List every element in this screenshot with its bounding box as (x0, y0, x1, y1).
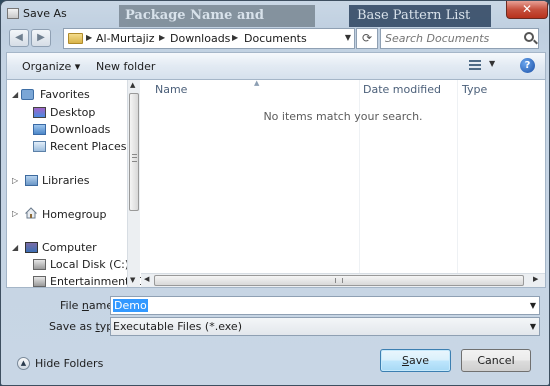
title-bar: Save As Package Name and Options Base Pa… (1, 1, 549, 45)
sidebar-item-local-disk[interactable]: Local Disk (C:) (50, 258, 129, 271)
sidebar-item-desktop[interactable]: Desktop (50, 106, 95, 119)
desktop-icon (33, 107, 46, 118)
search-box[interactable] (380, 28, 539, 49)
empty-message: No items match your search. (263, 110, 423, 123)
change-view-button[interactable]: ▼ (469, 59, 499, 73)
help-button[interactable]: ? (520, 58, 535, 73)
collapse-arrow-icon[interactable]: ◢ (12, 243, 18, 252)
scroll-down-icon[interactable]: ▼ (130, 276, 135, 284)
back-button[interactable]: ◀ (9, 29, 29, 47)
breadcrumb-al-murtajiz[interactable]: Al-Murtajiz (96, 32, 154, 45)
recent-places-icon (33, 141, 46, 152)
search-icon (524, 32, 534, 42)
save-button[interactable]: Save (380, 349, 451, 372)
save-as-type-value: Executable Files (*.exe) (113, 320, 242, 333)
chevron-down-icon: ▼ (489, 59, 496, 68)
file-name-label: File name: (60, 299, 117, 312)
expand-arrow-icon[interactable]: ▷ (12, 176, 18, 185)
close-button[interactable]: ✕ (506, 1, 548, 19)
command-bar: Organize ▾ New folder ▼ ? (6, 52, 546, 79)
navigation-scrollbar[interactable]: ▲ ▼ (127, 80, 140, 287)
drive-icon (33, 276, 46, 287)
homegroup-icon (25, 207, 37, 219)
refresh-icon: ⟳ (361, 31, 373, 45)
breadcrumb-downloads[interactable]: Downloads (170, 32, 230, 45)
scroll-up-icon[interactable]: ▲ (130, 81, 135, 89)
organize-button[interactable]: Organize ▾ (22, 60, 80, 73)
file-name-field[interactable]: Demo ▼ (110, 296, 540, 315)
close-icon: ✕ (521, 2, 533, 16)
column-header-date-modified[interactable]: Date modified (363, 80, 441, 100)
breadcrumb-separator-icon[interactable]: ▶ (86, 33, 92, 42)
save-as-type-select[interactable]: Executable Files (*.exe) ▼ (110, 317, 540, 336)
cancel-button[interactable]: Cancel (461, 349, 531, 372)
file-list[interactable]: ▲ Name Date modified Type No items match… (141, 79, 545, 287)
sidebar-item-favorites[interactable]: Favorites (40, 88, 90, 101)
breadcrumb-documents[interactable]: Documents (244, 32, 307, 45)
sidebar-item-downloads[interactable]: Downloads (50, 123, 110, 136)
navigation-pane: ◢ Favorites Desktop Downloads Recent Pla… (7, 80, 146, 288)
hide-folders-label: Hide Folders (35, 357, 104, 370)
column-header-name[interactable]: Name (155, 80, 187, 100)
breadcrumb-separator-icon[interactable]: ▶ (232, 33, 238, 42)
column-header-type[interactable]: Type (462, 80, 487, 100)
downloads-folder-icon (33, 124, 46, 135)
file-name-value[interactable]: Demo (113, 299, 148, 312)
computer-icon (25, 242, 38, 253)
sidebar-item-libraries[interactable]: Libraries (42, 174, 90, 187)
scroll-left-icon[interactable]: ◀ (144, 275, 149, 283)
sidebar-item-homegroup[interactable]: Homegroup (42, 208, 106, 221)
expand-arrow-icon[interactable]: ▷ (12, 209, 18, 218)
address-bar[interactable]: ▶ Al-Murtajiz ▶ Downloads ▶ Documents ▼ (63, 28, 355, 49)
scrollbar-thumb[interactable] (154, 275, 524, 286)
forward-arrow-icon: ▶ (37, 32, 45, 43)
folder-icon (68, 33, 83, 44)
chevron-up-icon: ▲ (17, 357, 30, 370)
grip-icon (132, 154, 137, 162)
local-disk-icon (33, 259, 46, 270)
dialog-icon (7, 8, 19, 19)
navigation-bar: ◀ ▶ ▶ Al-Murtajiz ▶ Downloads ▶ Document… (1, 27, 549, 51)
back-arrow-icon: ◀ (15, 32, 23, 43)
browser-panes: ◢ Favorites Desktop Downloads Recent Pla… (6, 79, 546, 288)
background-window-title: Base Pattern List (349, 5, 491, 27)
scroll-right-icon[interactable]: ▶ (533, 275, 538, 283)
chevron-down-icon[interactable]: ▼ (530, 301, 536, 310)
scrollbar-thumb[interactable] (129, 93, 139, 211)
file-list-horizontal-scrollbar[interactable]: ◀ ▶ (141, 273, 545, 287)
help-icon: ? (524, 60, 531, 71)
save-as-dialog: Save As Package Name and Options Base Pa… (0, 0, 550, 386)
sidebar-item-recent-places[interactable]: Recent Places (50, 140, 127, 153)
grip-icon (335, 278, 343, 283)
refresh-button[interactable]: ⟳ (356, 28, 378, 49)
collapse-arrow-icon[interactable]: ◢ (12, 90, 18, 99)
chevron-down-icon[interactable]: ▼ (530, 322, 536, 331)
view-details-icon (469, 60, 481, 70)
address-dropdown-icon[interactable]: ▼ (345, 33, 351, 42)
new-folder-button[interactable]: New folder (96, 60, 155, 73)
star-icon (21, 89, 34, 100)
sidebar-item-computer[interactable]: Computer (42, 241, 97, 254)
dialog-title: Save As (23, 7, 67, 20)
search-input[interactable] (385, 31, 515, 46)
background-window-title: Package Name and Options (119, 5, 315, 45)
breadcrumb-separator-icon[interactable]: ▶ (159, 33, 165, 42)
forward-button[interactable]: ▶ (31, 29, 51, 47)
sort-ascending-icon: ▲ (254, 79, 260, 87)
libraries-icon (25, 175, 38, 186)
